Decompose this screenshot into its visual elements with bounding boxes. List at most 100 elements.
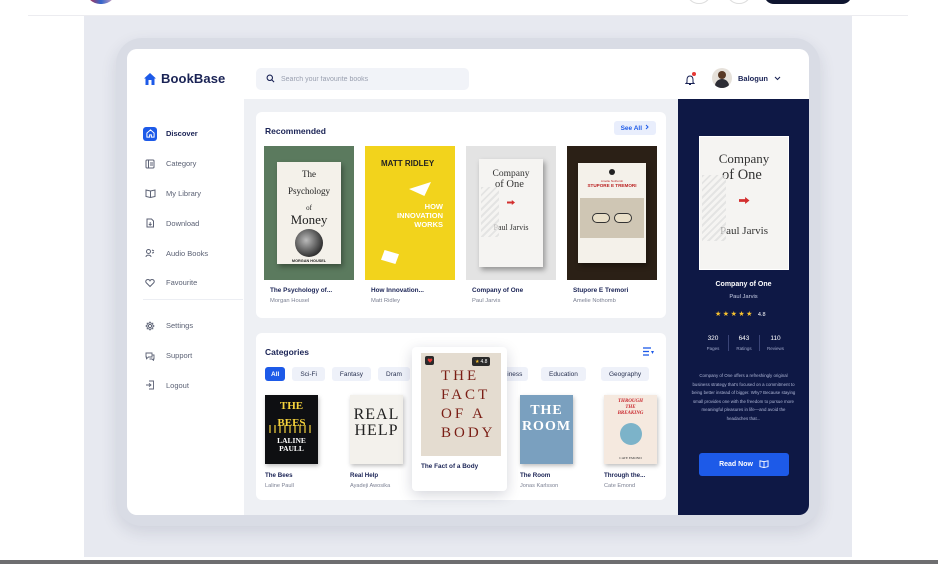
detail-title: Company of One — [715, 281, 772, 288]
stat-ratings: 643 Ratings — [729, 335, 760, 351]
book-description: Company of One offers a refreshingly ori… — [691, 373, 796, 421]
cover-text: Money — [290, 212, 328, 227]
chip-geography[interactable]: Geography — [601, 367, 650, 381]
round-button[interactable] — [726, 0, 752, 4]
chip-sci-fi[interactable]: Sci-Fi — [292, 367, 325, 381]
book-open-icon — [143, 186, 157, 200]
sidebar-item-audio-books[interactable]: Audio Books — [143, 238, 243, 268]
notification-bell[interactable] — [684, 72, 696, 91]
sidebar-item-support[interactable]: Support — [143, 341, 243, 371]
eye-shape — [614, 213, 632, 223]
book-card[interactable]: Amélie Nothomb STUPORE E TREMORI Stupore… — [567, 146, 657, 304]
heart-icon — [143, 276, 157, 290]
eye-shape — [592, 213, 610, 223]
sidebar-item-category[interactable]: Category — [143, 149, 243, 179]
chip-fantasy[interactable]: Fantasy — [331, 367, 372, 381]
user-menu[interactable]: Balogun — [712, 68, 781, 88]
detail-author: Paul Jarvis — [729, 294, 758, 300]
search-icon — [266, 70, 275, 88]
sidebar-item-label: Settings — [166, 321, 194, 331]
stat-reviews: 110 Reviews — [760, 335, 791, 351]
publisher-logo-icon — [609, 169, 615, 175]
house-logo-icon — [143, 72, 157, 86]
book-card[interactable]: Company of One Paul Jarvis Company of On… — [466, 146, 556, 304]
chip-drama[interactable]: Dram — [378, 367, 410, 381]
chip-all[interactable]: All — [265, 367, 286, 381]
star-icon: ★ — [722, 311, 730, 318]
cover-text: BREAKING — [617, 411, 644, 416]
favourite-heart-icon[interactable] — [425, 356, 434, 365]
rating-stars: ★ ★ ★ ★ ★ 4.8 — [715, 311, 766, 318]
sidebar-item-favourite[interactable]: Favourite — [143, 268, 243, 298]
book-author: Jonas Karlsson — [520, 483, 559, 489]
sidebar-secondary-nav: Settings Support Logout — [143, 311, 243, 400]
search-bar[interactable] — [256, 68, 469, 90]
stat-value: 320 — [707, 335, 719, 342]
cover-illustration — [481, 187, 499, 237]
app-name: BookBase — [161, 71, 226, 86]
sidebar-item-label: Favourite — [166, 278, 198, 288]
cover-text: THE — [530, 403, 563, 418]
cover-text: INNOVATION — [397, 211, 443, 220]
cover-text: THE — [441, 368, 480, 384]
stat-value: 110 — [770, 335, 781, 342]
sidebar-item-my-library[interactable]: My Library — [143, 179, 243, 209]
book-cover: The Psychology of Money MORGAN HOUSEL — [264, 146, 354, 280]
sidebar-item-label: Audio Books — [166, 248, 209, 258]
cover-text: of One — [722, 167, 762, 183]
chip-education[interactable]: Education — [541, 367, 586, 381]
rating-value: 4.8 — [757, 311, 766, 318]
book-author: Paul Jarvis — [472, 298, 501, 304]
book-stats: 320 Pages 643 Ratings 110 Reviews — [698, 335, 791, 351]
brand[interactable]: BookBase — [143, 71, 225, 86]
see-all-button[interactable]: See All — [613, 121, 656, 135]
book-card[interactable]: THE ROOM The Room Jonas Karlsson — [520, 395, 580, 489]
stat-label: Ratings — [736, 346, 752, 351]
section-title: Recommended — [265, 126, 326, 136]
book-title: Through the... — [604, 472, 646, 479]
avatar[interactable] — [86, 0, 116, 4]
cover-text: WORKS — [414, 220, 443, 229]
browser-top-strip — [0, 0, 938, 16]
cover-illustration — [619, 423, 642, 445]
round-button[interactable] — [686, 0, 712, 4]
stat-label: Pages — [706, 346, 720, 351]
filter-list-icon[interactable] — [643, 343, 654, 361]
sidebar-item-label: Discover — [166, 129, 198, 139]
divider — [143, 299, 243, 300]
read-now-button[interactable]: Read Now — [699, 453, 789, 476]
rating-value: 4.8 — [480, 358, 488, 365]
book-card[interactable]: MATT RIDLEY HOW INNOVATION WORKS How Inn… — [365, 146, 455, 304]
cover-text: BODY — [441, 425, 496, 441]
book-card[interactable]: THROUGH THE BREAKING CATE EMOND Through … — [604, 395, 664, 489]
sidebar-item-discover[interactable]: Discover — [143, 119, 243, 149]
primary-button[interactable] — [764, 0, 852, 4]
cover-text: HOW — [424, 202, 443, 211]
book-title: The Room — [520, 472, 551, 479]
chevron-right-icon — [645, 124, 649, 132]
cover-text: ROOM — [521, 419, 572, 434]
cover-text: Psychology — [287, 186, 330, 196]
cover-text: PAULL — [279, 444, 304, 453]
book-card[interactable]: THE BEES LALINE PAULL The Bees Laline Pa… — [265, 395, 325, 489]
featured-book-card[interactable]: THE FACT OF A BODY ★ 4.8 The Fact of a B… — [412, 347, 507, 491]
detail-book-cover: Company of One Paul Jarvis — [699, 136, 789, 270]
book-author: Morgan Housel — [270, 298, 310, 304]
star-half-icon: ★ — [746, 311, 753, 318]
book-card[interactable]: REAL HELP Real Help Ayadeji Awosika — [350, 395, 410, 489]
sidebar-item-logout[interactable]: Logout — [143, 371, 243, 401]
book-title: The Bees — [265, 472, 293, 479]
sidebar-item-label: Category — [166, 159, 197, 169]
cover-illustration — [295, 229, 323, 257]
search-input[interactable] — [281, 75, 461, 83]
see-all-label: See All — [620, 124, 642, 132]
sidebar-item-label: Download — [166, 218, 200, 228]
sidebar-item-label: My Library — [166, 188, 202, 198]
cover-art: The Psychology of Money MORGAN HOUSEL — [277, 162, 341, 264]
star-icon: ★ — [475, 358, 480, 365]
sidebar-item-settings[interactable]: Settings — [143, 311, 243, 341]
sidebar-item-download[interactable]: Download — [143, 208, 243, 238]
eyes-illustration — [580, 198, 644, 238]
book-card[interactable]: The Psychology of Money MORGAN HOUSEL Th… — [264, 146, 354, 304]
cover-art: Amélie Nothomb STUPORE E TREMORI — [578, 163, 646, 263]
